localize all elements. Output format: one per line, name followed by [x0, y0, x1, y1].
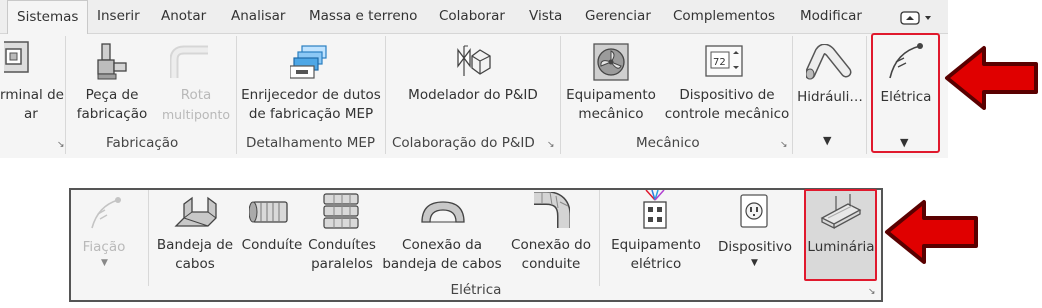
panel-label-colaboracao: Colaboração do P&ID [392, 135, 535, 151]
red-arrow-icon [884, 198, 980, 270]
fabrication-part-label-2: fabricação [76, 106, 148, 122]
panel-label-detalhamento: Detalhamento MEP [246, 135, 376, 151]
duct-stiffener-label-2: de fabricação MEP [248, 106, 374, 122]
mechanical-equipment-button[interactable]: Equipamento mecânico [563, 86, 659, 124]
plumbing-icon [804, 43, 852, 84]
device-label: Dispositivo [717, 239, 793, 255]
plumbing-dropdown-icon[interactable]: ▼ [823, 134, 831, 147]
panel-launcher-icon[interactable]: ↘ [57, 140, 65, 150]
multipoint-route-button[interactable]: Rota multiponto [158, 86, 234, 124]
device-dropdown-icon[interactable]: ▼ [751, 258, 758, 268]
cable-tray-icon [174, 196, 218, 234]
tab-modificar[interactable]: Modificar [800, 0, 862, 33]
mechanical-control-button[interactable]: Dispositivo de controle mecânico [664, 86, 790, 124]
panel-label-mecanico: Mecânico [636, 135, 700, 151]
duct-stiffener-button[interactable]: Enrijecedor de dutos de fabricação MEP [238, 86, 384, 124]
lighting-fixture-label: Luminária [807, 239, 875, 255]
panel-separator [148, 190, 149, 286]
fabrication-part-label-1: Peça de [85, 87, 139, 103]
duct-stiffener-label-1: Enrijecedor de dutos [241, 87, 381, 103]
parallel-conduits-label-1: Conduítes [308, 237, 376, 253]
pid-modeler-button[interactable]: Modelador do P&ID [388, 86, 558, 105]
conduit-fitting-icon [530, 191, 571, 236]
panel-separator [236, 36, 237, 154]
parallel-conduits-icon [320, 192, 362, 234]
ribbon-display-options-icon[interactable] [900, 10, 934, 29]
cable-tray-button[interactable]: Bandeja de cabos [152, 236, 238, 274]
electrical-equipment-label-1: Equipamento [611, 237, 701, 253]
mechanical-control-icon: 72 [704, 44, 744, 82]
parallel-conduits-label-2: paralelos [311, 256, 373, 272]
conduit-label: Conduíte [241, 237, 303, 253]
panel-launcher-icon[interactable]: ↘ [868, 287, 876, 297]
wire-dropdown-icon[interactable]: ▼ [101, 258, 108, 268]
conduit-fitting-label-2: conduite [521, 256, 581, 272]
panel-launcher-icon[interactable]: ↘ [780, 140, 788, 150]
cable-tray-label-2: cabos [175, 256, 215, 272]
tab-anotar[interactable]: Anotar [161, 0, 206, 33]
wire-label: Fiação [82, 239, 126, 255]
panel-separator [866, 36, 867, 154]
device-button[interactable]: Dispositivo [712, 238, 798, 257]
cable-tray-fitting-button[interactable]: Conexão da bandeja de cabos [380, 236, 504, 274]
tab-complementos[interactable]: Complementos [673, 0, 775, 33]
conduit-button[interactable]: Conduíte [240, 236, 304, 255]
mechanical-equipment-label-2: mecânico [578, 106, 644, 122]
lighting-fixture-button[interactable]: Luminária [806, 238, 876, 257]
mechanical-equipment-label-1: Equipamento [566, 87, 656, 103]
conduit-fitting-button[interactable]: Conexão do conduite [506, 236, 596, 274]
multipoint-route-label-2: multiponto [162, 107, 230, 122]
fabrication-part-button[interactable]: Peça de fabricação [70, 86, 154, 124]
wire-button[interactable]: Fiação [74, 238, 134, 257]
red-arrow-icon [944, 44, 1040, 116]
mechanical-control-label-1: Dispositivo de [679, 87, 775, 103]
cable-tray-fitting-label-1: Conexão da [402, 237, 482, 253]
multipoint-route-icon [169, 44, 210, 84]
dial-value: 72 [713, 57, 726, 68]
pid-modeler-label: Modelador do P&ID [408, 87, 538, 103]
terminal-label-2: ar [24, 106, 38, 122]
electrical-equipment-button[interactable]: Equipamento elétrico [604, 236, 708, 274]
cable-tray-fitting-icon [420, 198, 466, 230]
electrical-equipment-icon [640, 189, 670, 234]
cable-tray-label-1: Bandeja de [156, 237, 234, 253]
mechanical-equipment-icon [592, 42, 630, 86]
multipoint-route-label-1: Rota [180, 87, 212, 103]
pid-modeler-icon [454, 44, 494, 82]
eletrica-highlight-box [871, 33, 940, 153]
device-outlet-icon [739, 193, 769, 233]
terminal-label-1: rminal de [0, 87, 64, 103]
tab-gerenciar[interactable]: Gerenciar [585, 0, 651, 33]
tab-colaborar[interactable]: Colaborar [439, 0, 505, 33]
fabrication-part-icon [94, 42, 130, 86]
panel-separator [560, 36, 561, 154]
lighting-fixture-icon [818, 194, 864, 234]
panel-separator [792, 36, 793, 154]
conduit-fitting-label-1: Conexão do [511, 237, 591, 253]
panel-separator [599, 190, 600, 286]
panel-label-eletrica: Elétrica [450, 282, 502, 298]
tab-inserir[interactable]: Inserir [97, 0, 140, 33]
cable-tray-fitting-label-2: bandeja de cabos [382, 256, 502, 272]
tab-vista[interactable]: Vista [529, 0, 562, 33]
conduit-icon [248, 200, 291, 228]
mechanical-control-label-2: controle mecânico [664, 106, 790, 122]
terminal-button[interactable]: rminal de ar [0, 86, 64, 124]
tab-sistemas[interactable]: Sistemas [7, 0, 89, 34]
tab-analisar[interactable]: Analisar [231, 0, 285, 33]
electrical-equipment-label-2: elétrico [630, 256, 682, 272]
tab-massa-e-terreno[interactable]: Massa e terreno [309, 0, 417, 33]
parallel-conduits-button[interactable]: Conduítes paralelos [304, 236, 380, 274]
terminal-icon [0, 40, 30, 80]
duct-stiffener-icon [289, 44, 330, 84]
panel-separator [65, 36, 66, 154]
panel-launcher-icon[interactable]: ↘ [547, 140, 555, 150]
panel-label-fabricacao: Fabricação [106, 135, 179, 151]
panel-separator [385, 36, 386, 154]
plumbing-label: Hidráuli… [797, 89, 863, 105]
wire-icon [88, 196, 124, 236]
plumbing-button[interactable]: Hidráuli… [794, 88, 866, 107]
